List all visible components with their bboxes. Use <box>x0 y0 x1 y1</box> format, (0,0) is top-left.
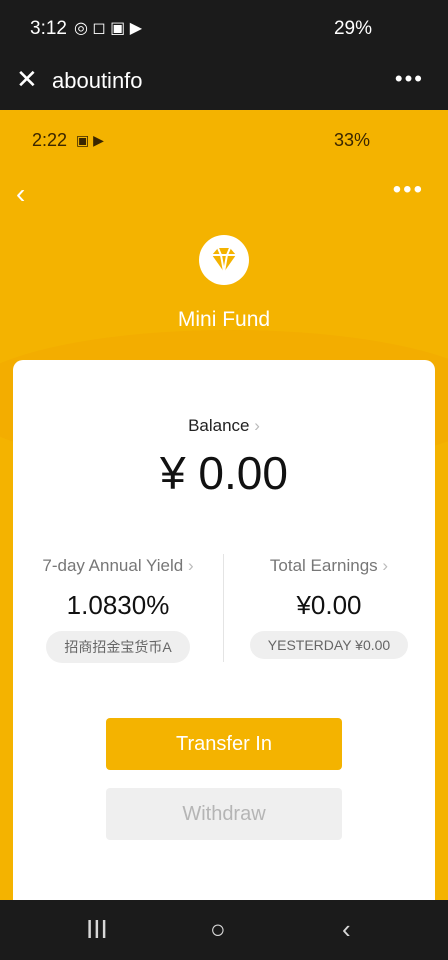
status-icons: ◎ ◻ ▣ ▶ <box>74 20 142 37</box>
chevron-right-icon: › <box>254 416 260 435</box>
earnings-label: Total Earnings <box>269 556 378 575</box>
close-icon[interactable]: ✕ <box>16 64 38 95</box>
balance-link[interactable]: Balance › <box>13 416 435 436</box>
fund-card: Balance › ¥ 0.00 7-day Annual Yield › 1.… <box>13 360 435 900</box>
yield-link[interactable]: 7-day Annual Yield › <box>13 556 223 576</box>
inner-status-icons: ▣ ▶ <box>76 132 104 148</box>
balance-label: Balance <box>188 416 250 435</box>
page-title: aboutinfo <box>52 68 143 93</box>
earnings-column: Total Earnings › ¥0.00 YESTERDAY ¥0.00 <box>224 556 434 659</box>
yield-column: 7-day Annual Yield › 1.0830% 招商招金宝货币A <box>13 556 223 663</box>
withdraw-button[interactable]: Withdraw <box>106 788 342 840</box>
status-battery: 29% <box>333 18 372 39</box>
chevron-right-icon: › <box>187 556 194 575</box>
earnings-value: ¥0.00 <box>296 590 362 620</box>
earnings-link[interactable]: Total Earnings › <box>224 556 434 576</box>
yield-value: 1.0830% <box>66 590 170 620</box>
status-time: 3:12 <box>30 18 67 39</box>
yesterday-earnings-badge: YESTERDAY ¥0.00 <box>249 631 409 659</box>
more-icon[interactable]: ••• <box>395 66 424 92</box>
transfer-in-button[interactable]: Transfer In <box>106 718 342 770</box>
home-icon[interactable]: ○ <box>210 914 226 945</box>
inner-status-time: 2:22 <box>32 130 68 150</box>
diamond-icon <box>199 235 249 285</box>
system-nav-bar: III ○ ‹ <box>0 900 448 960</box>
more-icon[interactable]: ••• <box>393 176 424 204</box>
chevron-right-icon: › <box>382 556 389 575</box>
yield-label: 7-day Annual Yield <box>42 556 184 575</box>
recent-apps-icon[interactable]: III <box>86 914 108 945</box>
content-area: 2:22 ▣ ▶ 33% ‹ ••• Mini Fund Balance › ¥… <box>0 110 448 900</box>
back-icon[interactable]: ‹ <box>16 178 25 210</box>
inner-status-battery: 33% <box>333 130 370 150</box>
fund-name: Mini Fund <box>177 308 271 331</box>
balance-value: ¥ 0.00 <box>160 447 288 499</box>
status-bar: 3:12 ◎ ◻ ▣ ▶ 29% <box>0 0 448 56</box>
fund-product-badge: 招商招金宝货币A <box>46 631 190 663</box>
inner-status-bar: 2:22 ▣ ▶ 33% <box>0 110 448 166</box>
back-icon[interactable]: ‹ <box>342 914 351 945</box>
app-nav: ‹ ••• <box>0 170 448 214</box>
title-bar: ✕ aboutinfo ••• <box>0 56 448 110</box>
